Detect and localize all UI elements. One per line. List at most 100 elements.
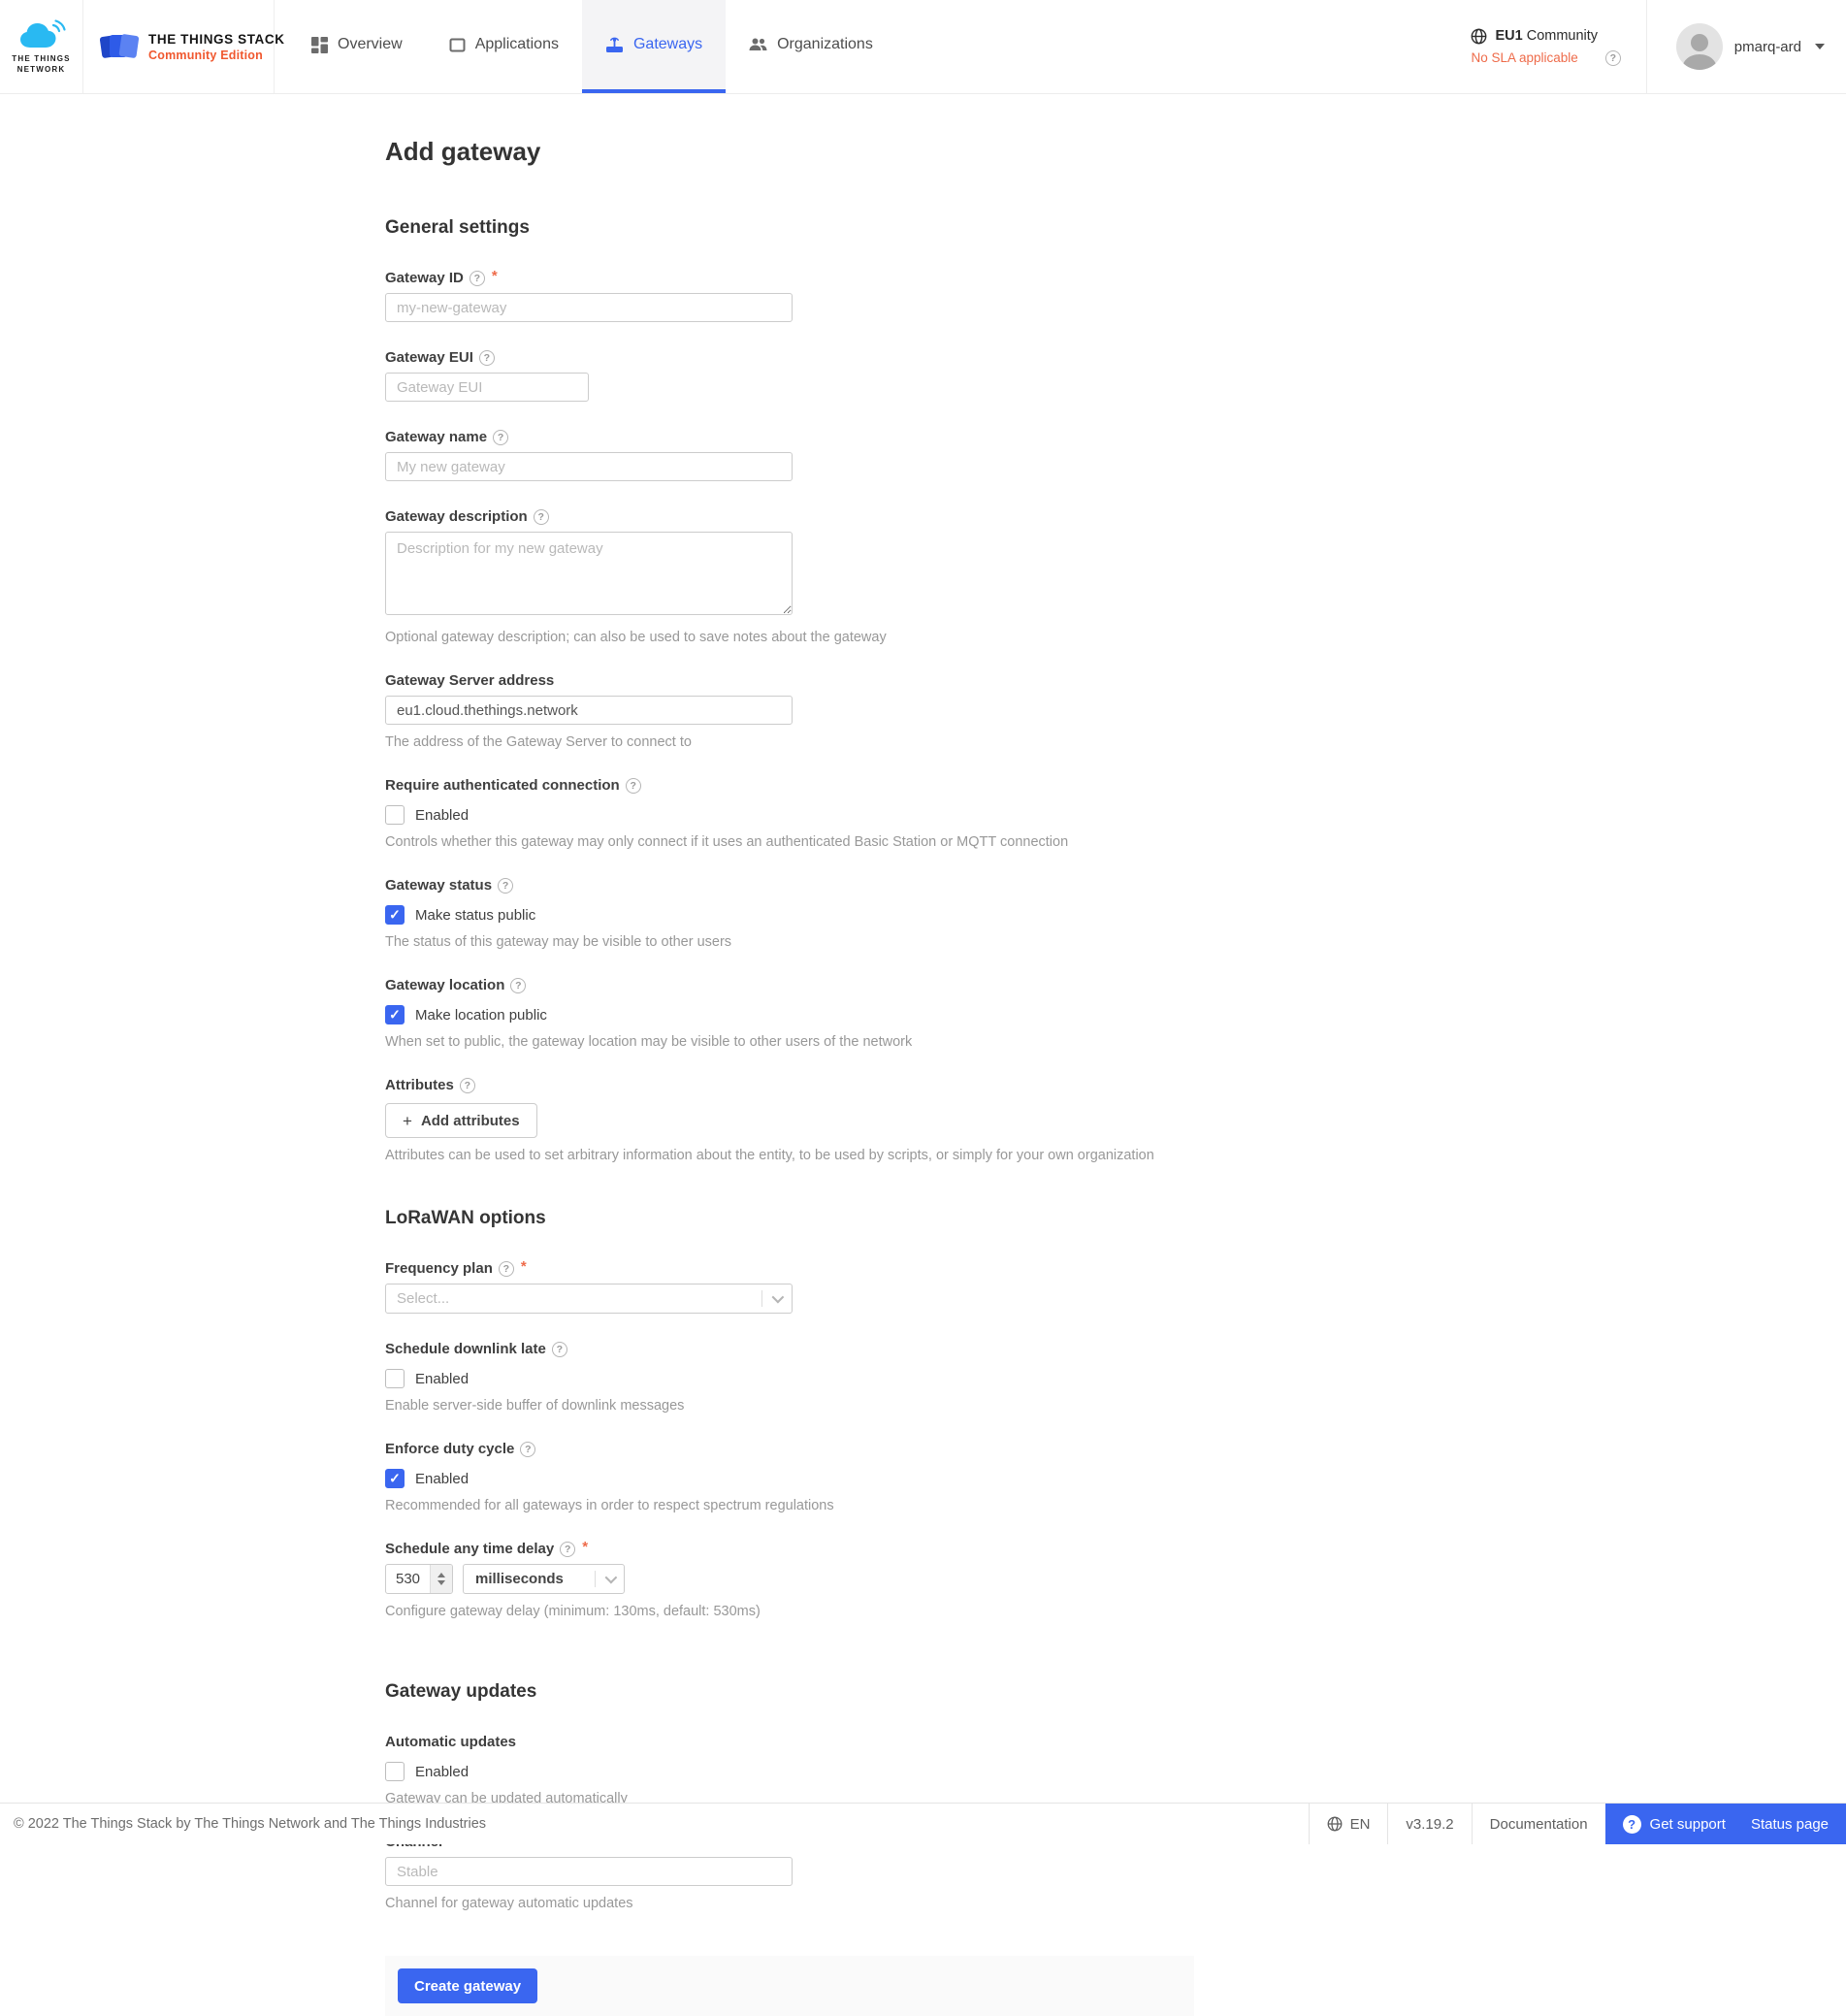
gateway-id-input[interactable]: [385, 293, 793, 323]
stack-logo-icon: [99, 29, 140, 64]
gateway-location-checkbox-row[interactable]: ✓ Make location public: [385, 1005, 793, 1025]
checkbox-label: Enabled: [415, 806, 470, 824]
field-attributes: Attributes ? + Add attributes Attributes…: [385, 1077, 1154, 1163]
help-icon[interactable]: ?: [478, 349, 495, 366]
stack-wordmark: THE THINGS STACK Community Edition: [148, 31, 285, 62]
sla-status: No SLA applicable: [1471, 50, 1578, 65]
gateway-router-icon: [605, 37, 624, 53]
stepper-arrows[interactable]: [430, 1565, 452, 1594]
field-automatic-updates: Automatic updates ✓ Enabled Gateway can …: [385, 1734, 793, 1806]
cluster-info: EU1 Community No SLA applicable ?: [1471, 0, 1645, 93]
add-gateway-form: Add gateway General settings Gateway ID …: [0, 137, 1846, 2016]
nav-tab-overview[interactable]: Overview: [288, 0, 426, 93]
add-gateway-page: { "ui": { "required_marker": "*", "check…: [0, 0, 1846, 2016]
select-value: milliseconds: [475, 1571, 564, 1588]
checkbox[interactable]: ✓: [385, 1369, 405, 1389]
help-icon[interactable]: ?: [469, 270, 485, 286]
help-icon[interactable]: ?: [510, 977, 527, 993]
select-placeholder: Select...: [397, 1290, 450, 1308]
field-helper: Optional gateway description; can also b…: [385, 630, 887, 646]
checkbox[interactable]: ✓: [385, 1762, 405, 1782]
require-authenticated-connection-checkbox-row[interactable]: ✓ Enabled: [385, 805, 793, 826]
field-gateway-location: Gateway location ? ✓ Make location publi…: [385, 977, 912, 1050]
field-helper: Controls whether this gateway may only c…: [385, 834, 1069, 851]
field-label: Gateway name: [385, 429, 488, 446]
field-label: Gateway location: [385, 977, 505, 994]
nav-tab-label: Gateways: [632, 36, 703, 52]
checkbox[interactable]: ✓: [385, 805, 405, 826]
status-page-link[interactable]: Status page: [1751, 1816, 1829, 1833]
enforce-duty-cycle-checkbox-row[interactable]: ✓ Enabled: [385, 1469, 793, 1489]
documentation-link[interactable]: Documentation: [1471, 1804, 1605, 1844]
copyright-text: © 2022 The Things Stack by The Things Ne…: [14, 1816, 487, 1832]
field-label: Gateway Server address: [385, 672, 555, 690]
help-icon[interactable]: ?: [533, 508, 549, 525]
avatar: [1675, 23, 1723, 70]
gateway-description-textarea[interactable]: [385, 532, 793, 616]
help-icon[interactable]: ?: [459, 1077, 475, 1093]
section-gateway-updates: Gateway updates: [385, 1681, 537, 1703]
checkbox-label: Make location public: [415, 1006, 547, 1024]
field-schedule-any-time-delay: Schedule any time delay ? * milliseconds…: [385, 1539, 793, 1619]
field-gateway-name: Gateway name ?: [385, 429, 793, 482]
field-channel: Channel Channel for gateway automatic up…: [385, 1834, 793, 1911]
schedule-downlink-late-checkbox-row[interactable]: ✓ Enabled: [385, 1369, 793, 1389]
nav-tab-gateways[interactable]: Gateways: [581, 0, 727, 93]
nav-tab-label: Overview: [338, 36, 403, 52]
gateway-server-address-input[interactable]: [385, 696, 793, 726]
help-icon[interactable]: ?: [560, 1541, 576, 1557]
channel-input[interactable]: [385, 1857, 793, 1887]
field-label: Gateway EUI: [385, 349, 473, 367]
gateway-eui-input[interactable]: [385, 373, 589, 403]
chevron-down-icon: [771, 1290, 785, 1304]
field-helper: Enable server-side buffer of downlink me…: [385, 1398, 685, 1414]
field-helper: Channel for gateway automatic updates: [385, 1896, 633, 1912]
help-icon[interactable]: ?: [493, 429, 509, 445]
field-gateway-status: Gateway status ? ✓ Make status public Th…: [385, 877, 793, 950]
frequency-plan-select[interactable]: Select...: [385, 1284, 793, 1315]
required-asterisk: *: [582, 1539, 589, 1556]
field-label: Schedule downlink late: [385, 1341, 546, 1358]
user-menu[interactable]: pmarq-ard: [1647, 0, 1846, 93]
field-require-authenticated-connection: Require authenticated connection ? ✓ Ena…: [385, 777, 1069, 851]
field-label: Gateway description: [385, 508, 528, 526]
help-icon[interactable]: ?: [625, 777, 641, 794]
things-network-logo[interactable]: THE THINGS NETWORK: [0, 0, 83, 93]
delay-unit-select[interactable]: milliseconds: [463, 1564, 625, 1595]
things-stack-logo[interactable]: THE THINGS STACK Community Edition: [83, 0, 284, 93]
sla-help-icon[interactable]: ?: [1604, 49, 1621, 66]
help-icon[interactable]: ?: [498, 1260, 514, 1277]
step-up-icon[interactable]: [437, 1573, 445, 1578]
gateway-status-checkbox-row[interactable]: ✓ Make status public: [385, 905, 793, 926]
get-support-link[interactable]: ? Get support: [1622, 1814, 1726, 1834]
field-label: Schedule any time delay: [385, 1541, 555, 1558]
help-icon[interactable]: ?: [520, 1441, 536, 1457]
field-helper: Recommended for all gateways in order to…: [385, 1498, 834, 1514]
nav-tab-organizations[interactable]: Organizations: [726, 0, 896, 93]
delay-number-stepper: [385, 1564, 453, 1595]
help-icon[interactable]: ?: [498, 877, 514, 894]
nav-tab-applications[interactable]: Applications: [426, 0, 582, 93]
checkbox[interactable]: ✓: [385, 905, 405, 926]
nav-tab-label: Organizations: [777, 36, 873, 52]
step-down-icon[interactable]: [437, 1580, 445, 1586]
checkbox-label: Enabled: [415, 1370, 470, 1387]
application-window-icon: [449, 37, 466, 53]
field-label: Gateway status: [385, 877, 493, 894]
select-divider: [761, 1290, 762, 1308]
gateway-name-input[interactable]: [385, 452, 793, 482]
cloud-logo-icon: [16, 18, 67, 51]
add-attributes-button[interactable]: + Add attributes: [385, 1103, 537, 1139]
select-divider: [595, 1571, 596, 1588]
automatic-updates-checkbox-row[interactable]: ✓ Enabled: [385, 1762, 793, 1782]
help-icon[interactable]: ?: [551, 1341, 567, 1357]
create-gateway-button[interactable]: Create gateway: [398, 1968, 538, 2004]
plus-icon: +: [403, 1111, 412, 1130]
checkbox-label: Make status public: [415, 906, 536, 924]
field-gateway-server-address: Gateway Server address The address of th…: [385, 672, 793, 750]
checkbox[interactable]: ✓: [385, 1005, 405, 1025]
field-label: Require authenticated connection: [385, 777, 620, 795]
checkbox[interactable]: ✓: [385, 1469, 405, 1489]
language-selector[interactable]: EN: [1308, 1804, 1388, 1844]
page-footer: © 2022 The Things Stack by The Things Ne…: [0, 1803, 1846, 1844]
